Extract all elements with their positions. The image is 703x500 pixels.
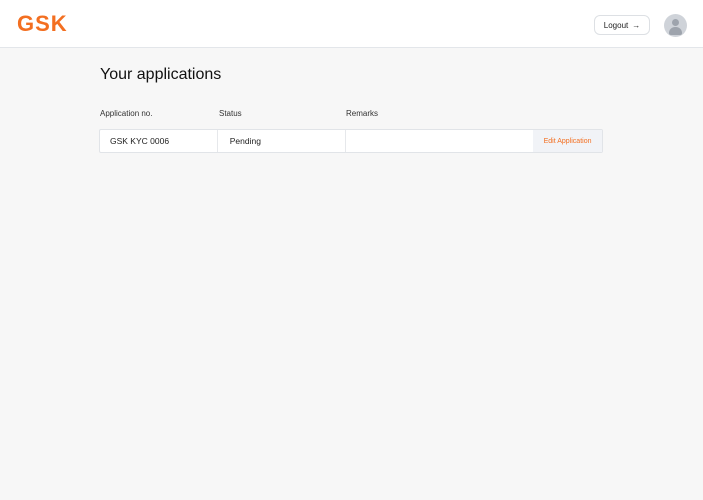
avatar[interactable] <box>664 14 687 37</box>
gsk-logo[interactable]: GSK <box>17 11 68 37</box>
page-title: Your applications <box>100 66 222 83</box>
column-header-status: Status <box>219 109 242 118</box>
table-row: GSK KYC 0006 Pending Edit Application <box>99 129 603 153</box>
logout-button[interactable]: Logout → <box>594 15 650 35</box>
column-header-remarks: Remarks <box>346 109 379 118</box>
column-header-application-no: Application no. <box>100 109 153 118</box>
logout-label: Logout <box>603 20 629 30</box>
application-no-cell: GSK KYC 0006 <box>100 130 218 152</box>
remarks-cell <box>346 130 534 152</box>
top-header: GSK Logout → <box>0 0 703 48</box>
user-icon <box>672 19 679 26</box>
edit-application-button[interactable]: Edit Application <box>533 130 602 152</box>
user-icon-body <box>669 27 682 35</box>
arrow-right-icon: → <box>632 20 641 30</box>
status-cell: Pending <box>218 130 346 152</box>
